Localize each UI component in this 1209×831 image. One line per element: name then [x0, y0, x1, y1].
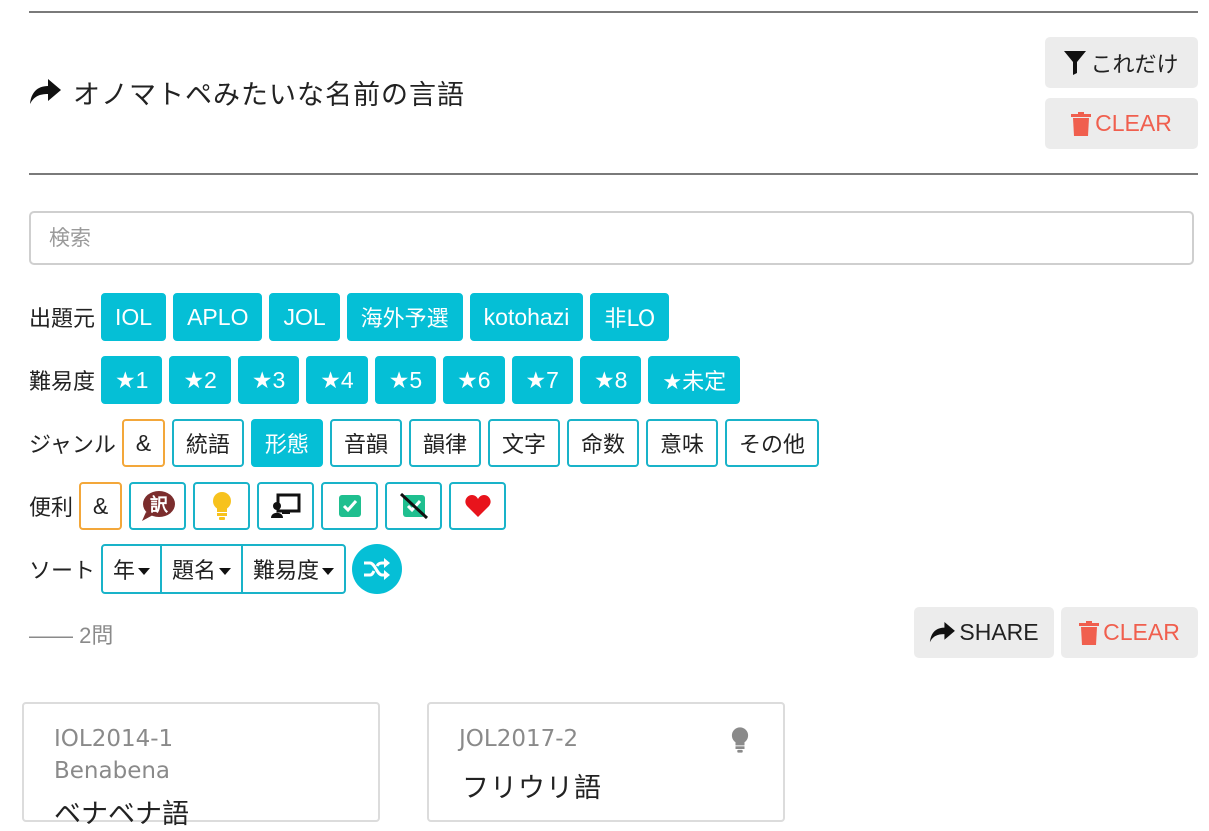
shuffle-button[interactable] [352, 544, 403, 594]
only-this-label: これだけ [1090, 52, 1179, 78]
heart-icon [464, 495, 491, 517]
chip-solved[interactable] [321, 482, 379, 530]
sort-row: ソート 年 題名 難易度 [29, 544, 403, 594]
chip-source-jol[interactable]: JOL [269, 293, 340, 341]
chip-star-1[interactable]: ★1 [101, 356, 163, 404]
chip-star-5[interactable]: ★5 [374, 356, 437, 404]
convenience-label: 便利 [29, 496, 74, 521]
clear-button-top[interactable]: CLEAR [1045, 98, 1198, 149]
chip-source-non-lo[interactable]: 非LO [590, 293, 670, 341]
caret-down-icon [322, 567, 335, 575]
share-button[interactable]: SHARE [914, 607, 1054, 658]
caret-down-icon [219, 567, 232, 575]
chip-genre-morphology[interactable]: 形態 [250, 419, 323, 467]
problem-id: IOL2014-1 [54, 726, 174, 752]
sort-by-year[interactable]: 年 [103, 546, 163, 592]
source-filter-row: 出題元 IOL APLO JOL 海外予選 kotohazi 非LO [29, 293, 676, 341]
clear-label-top: CLEAR [1095, 110, 1172, 136]
problem-card[interactable]: JOL2017-2 フリウリ語 [427, 702, 785, 822]
sort-title-label: 題名 [172, 559, 217, 584]
check-square-slash-icon [399, 493, 428, 519]
sort-by-difficulty[interactable]: 難易度 [243, 546, 344, 592]
chip-genre-syntax[interactable]: 統語 [171, 419, 244, 467]
genre-and-toggle[interactable]: & [121, 419, 165, 467]
chip-translation[interactable]: 訳 [129, 482, 187, 530]
share-arrow-icon [930, 622, 956, 643]
chip-source-iol[interactable]: IOL [101, 293, 167, 341]
sort-year-label: 年 [113, 559, 136, 584]
shuffle-icon [364, 558, 391, 580]
svg-text:訳: 訳 [150, 494, 169, 516]
chip-star-undecided[interactable]: ★未定 [648, 356, 741, 404]
page-title-row: オノマトペみたいな名前の言語 [29, 70, 465, 114]
chip-genre-semantics[interactable]: 意味 [646, 419, 719, 467]
page-title: オノマトペみたいな名前の言語 [73, 79, 465, 111]
chip-presentation[interactable] [257, 482, 315, 530]
presentation-icon [270, 493, 301, 518]
chip-star-3[interactable]: ★3 [237, 356, 300, 404]
chip-genre-prosody[interactable]: 韻律 [408, 419, 481, 467]
result-count: —— 2問 [29, 623, 114, 648]
search-input[interactable] [29, 211, 1194, 265]
sort-button-group: 年 題名 難易度 [101, 544, 347, 594]
clear-label-bottom: CLEAR [1103, 619, 1180, 645]
lightbulb-icon [731, 727, 749, 753]
clear-button-bottom[interactable]: CLEAR [1061, 607, 1198, 658]
chip-favorite[interactable] [449, 482, 507, 530]
trash-icon [1079, 620, 1100, 645]
top-divider [29, 11, 1198, 13]
lightbulb-icon [212, 492, 231, 520]
difficulty-filter-row: 難易度 ★1 ★2 ★3 ★4 ★5 ★6 ★7 ★8 ★未定 [29, 356, 747, 404]
chip-genre-other[interactable]: その他 [725, 419, 820, 467]
chip-genre-script[interactable]: 文字 [487, 419, 560, 467]
sort-difficulty-label: 難易度 [253, 559, 320, 584]
problem-title: フリウリ語 [462, 773, 602, 804]
convenience-and-toggle[interactable]: & [79, 482, 123, 530]
difficulty-label: 難易度 [29, 370, 96, 395]
problem-subtitle: Benabena [54, 758, 171, 784]
share-label: SHARE [959, 619, 1039, 645]
problem-id: JOL2017-2 [459, 726, 579, 752]
genre-label: ジャンル [29, 433, 116, 458]
sort-by-title[interactable]: 題名 [162, 546, 244, 592]
chip-genre-numerals[interactable]: 命数 [566, 419, 639, 467]
problem-title: ベナベナ語 [54, 799, 189, 830]
source-label: 出題元 [29, 307, 96, 332]
only-this-button[interactable]: これだけ [1045, 37, 1198, 88]
share-arrow-icon [30, 79, 61, 104]
chip-hint[interactable] [193, 482, 251, 530]
chip-source-overseas[interactable]: 海外予選 [346, 293, 463, 341]
chip-source-kotohazi[interactable]: kotohazi [469, 293, 584, 341]
header-divider [29, 173, 1198, 175]
caret-down-icon [138, 567, 151, 575]
translation-icon: 訳 [141, 491, 175, 521]
filter-icon [1064, 50, 1087, 75]
chip-star-8[interactable]: ★8 [579, 356, 642, 404]
convenience-filter-row: 便利 & 訳 [29, 482, 513, 530]
chip-star-6[interactable]: ★6 [443, 356, 505, 404]
chip-star-2[interactable]: ★2 [169, 356, 231, 404]
chip-star-4[interactable]: ★4 [306, 356, 368, 404]
chip-source-aplo[interactable]: APLO [173, 293, 263, 341]
problem-card[interactable]: IOL2014-1 Benabena ベナベナ語 [22, 702, 380, 830]
chip-genre-phonology[interactable]: 音韻 [329, 419, 402, 467]
check-square-icon [338, 495, 361, 517]
trash-icon [1071, 111, 1092, 136]
sort-label: ソート [29, 559, 96, 584]
chip-unsolved[interactable] [385, 482, 443, 530]
genre-filter-row: ジャンル & 統語 形態 音韻 韻律 文字 命数 意味 その他 [29, 419, 826, 467]
chip-star-7[interactable]: ★7 [511, 356, 573, 404]
